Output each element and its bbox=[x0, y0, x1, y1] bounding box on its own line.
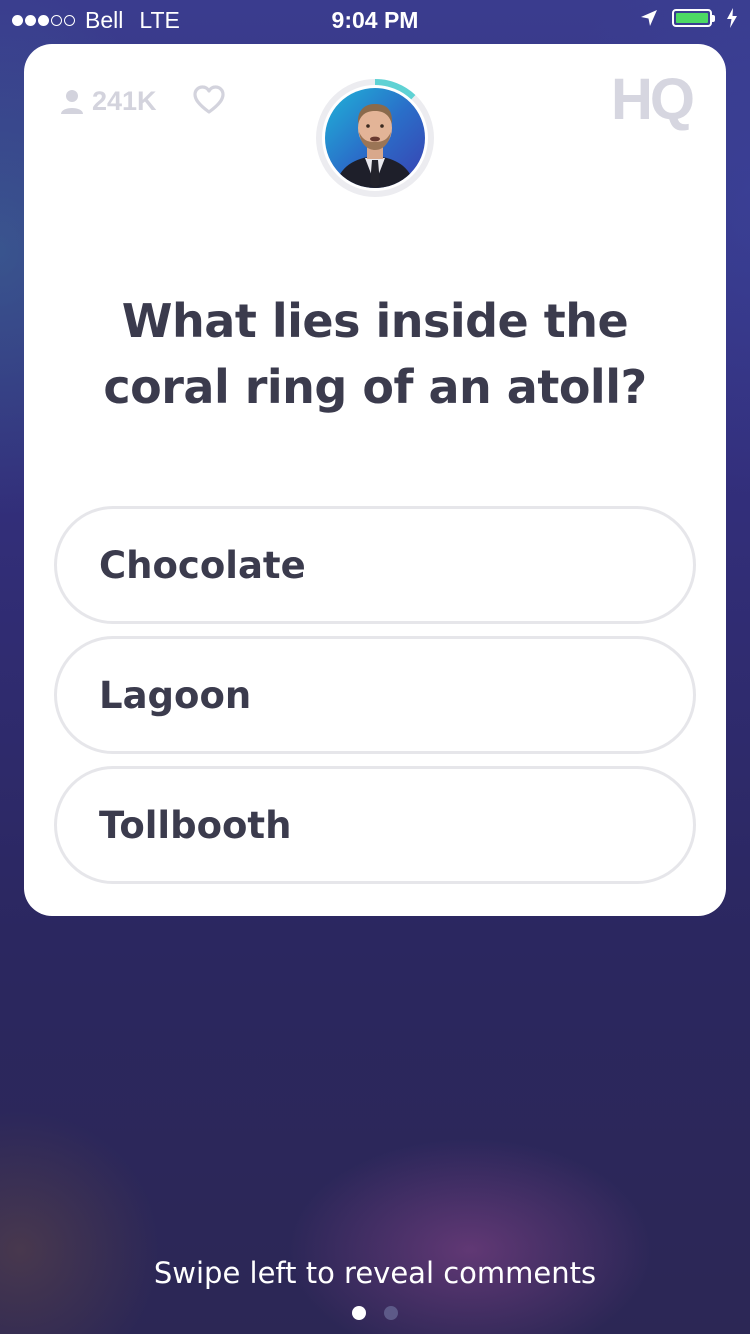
answer-label: Lagoon bbox=[99, 673, 252, 717]
heart-outline-icon[interactable] bbox=[192, 84, 226, 116]
viewer-count-label: 241K bbox=[92, 86, 157, 116]
page-dot bbox=[352, 1306, 366, 1320]
swipe-hint: Swipe left to reveal comments bbox=[153, 1256, 597, 1290]
hq-logo: HQ bbox=[611, 67, 695, 132]
answer-label: Tollbooth bbox=[99, 803, 292, 847]
bolt-icon bbox=[727, 8, 737, 28]
battery-level bbox=[676, 13, 708, 23]
answer-option[interactable]: Tollbooth bbox=[54, 766, 696, 884]
question-text: What lies inside the coral ring of an at… bbox=[103, 294, 647, 414]
location-arrow-icon bbox=[641, 10, 657, 26]
answer-label: Chocolate bbox=[99, 543, 306, 587]
answer-option[interactable]: Chocolate bbox=[54, 506, 696, 624]
viewer-count: 241K bbox=[60, 86, 157, 117]
page-dot bbox=[384, 1306, 398, 1320]
person-icon bbox=[61, 89, 83, 114]
status-right bbox=[640, 8, 738, 28]
question-card: 241K HQ What lies inside the coral ring … bbox=[24, 44, 726, 916]
page-indicator[interactable] bbox=[0, 1306, 750, 1320]
status-bar: Bell LTE 9:04 PM bbox=[0, 0, 750, 40]
status-time: 9:04 PM bbox=[331, 7, 419, 33]
answer-option[interactable]: Lagoon bbox=[54, 636, 696, 754]
host-avatar bbox=[325, 88, 425, 188]
battery-icon bbox=[672, 9, 715, 27]
timer-ring bbox=[315, 78, 435, 198]
host-video-image bbox=[325, 88, 425, 188]
